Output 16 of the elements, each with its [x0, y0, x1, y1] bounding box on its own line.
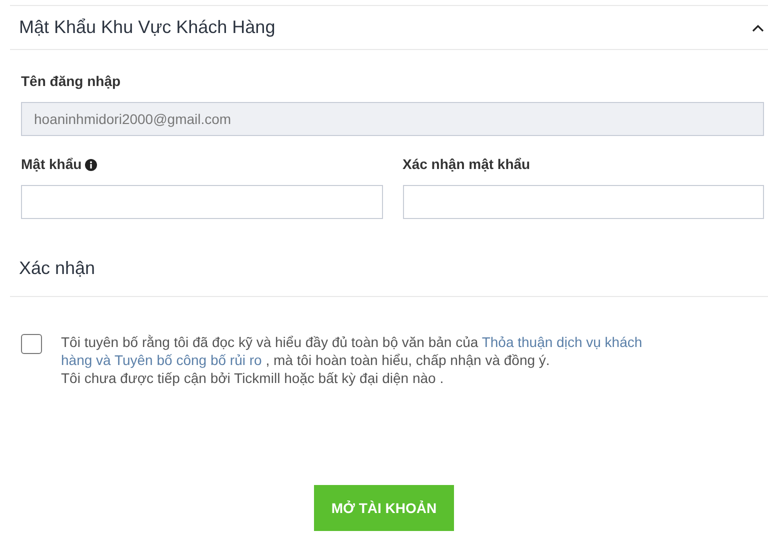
info-icon[interactable] [84, 158, 97, 170]
field-label: Xác nhận mật khẩu [402, 156, 530, 173]
field-label: Mật khẩu [21, 156, 82, 173]
password-field[interactable] [21, 185, 382, 219]
consent-text: Tôi chưa được tiếp cận bởi Tickmill hoặc bất kỳ đại diện nào . [61, 369, 445, 387]
consent-text: Tôi tuyên bố rằng tôi đã đọc kỹ và hiểu đầy đủ toàn bộ văn bản của Thỏa thuận dịch vụ khách [61, 333, 642, 351]
confirm-password-field[interactable] [402, 185, 764, 219]
terms-link[interactable]: Thỏa thuận dịch vụ khách [482, 334, 642, 350]
section-title: Xác nhận [19, 258, 96, 279]
section-title: Mật Khẩu Khu Vực Khách Hàng [19, 17, 276, 38]
terms-link[interactable]: hàng và Tuyên bố công bố rủi ro [61, 352, 262, 368]
consent-text: hàng và Tuyên bố công bố rủi ro , mà tôi hoàn toàn hiểu, chấp nhận và đồng ý. [61, 351, 551, 369]
field-label: Tên đăng nhập [21, 73, 122, 90]
checkbox[interactable] [21, 334, 42, 354]
open-account-button[interactable]: MỞ TÀI KHOẢN [314, 485, 454, 531]
chevron-icon[interactable] [752, 24, 764, 32]
